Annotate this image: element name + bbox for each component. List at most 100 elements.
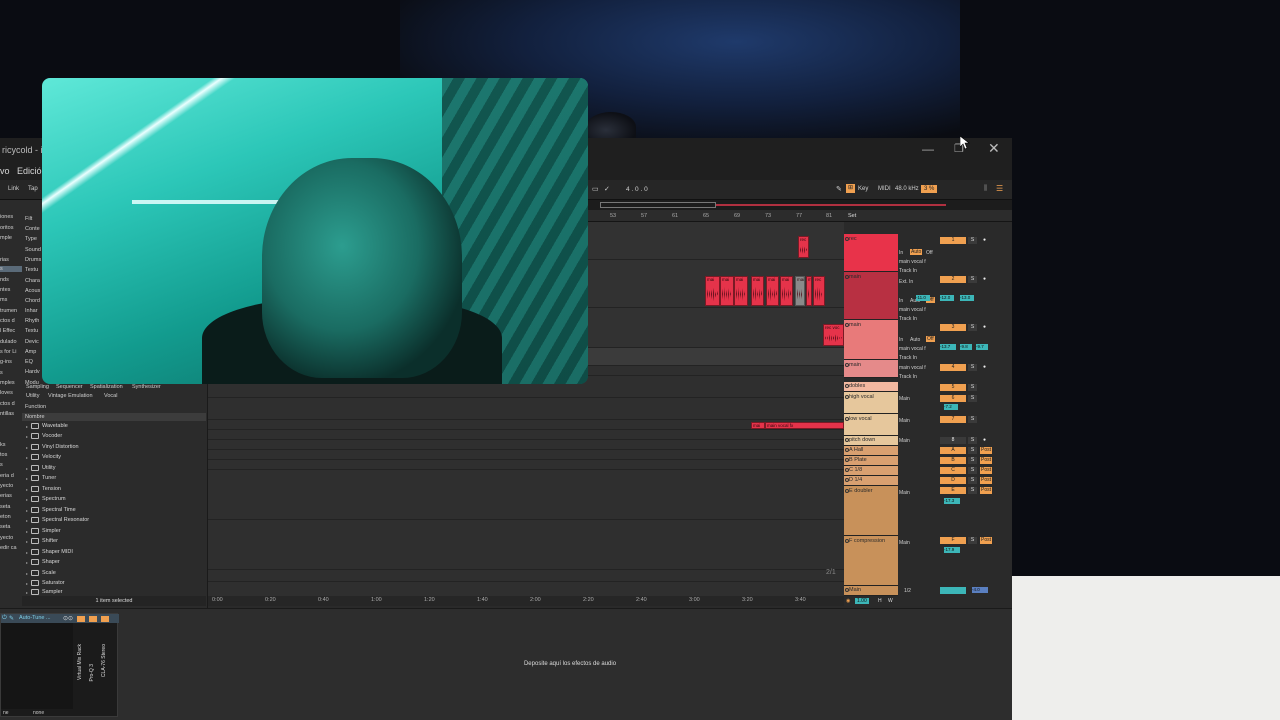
- solo-button[interactable]: S: [968, 477, 977, 484]
- track-header-e-doubler[interactable]: E doubler: [844, 486, 898, 536]
- master-volume-readout[interactable]: -4.0: [972, 587, 988, 593]
- filter-row[interactable]: Chara: [25, 278, 40, 284]
- wrench-icon[interactable]: ✎: [9, 615, 14, 622]
- filter-row[interactable]: Devic: [25, 339, 39, 345]
- track-header-low-vocal[interactable]: low vocal: [844, 414, 898, 436]
- solo-button[interactable]: S: [968, 276, 977, 283]
- solo-button[interactable]: S: [968, 237, 977, 244]
- filter-row[interactable]: Rhyth: [25, 318, 39, 324]
- input-button[interactable]: In: [899, 337, 903, 343]
- sidebar-item[interactable]: trumen: [0, 308, 17, 314]
- bar-ruler[interactable]: 53 57 61 65 69 73 77 81 Set: [586, 210, 1012, 222]
- close-icon[interactable]: ✕: [988, 140, 1000, 157]
- track-header-b-plate[interactable]: B Plate: [844, 456, 898, 466]
- arm-record-icon[interactable]: ●: [980, 237, 989, 244]
- input-routing[interactable]: Track In: [899, 374, 917, 380]
- sidebar-item[interactable]: ctos d: [0, 401, 15, 407]
- sidebar-item[interactable]: loves: [0, 390, 13, 396]
- list-item[interactable]: ▸ Vocoder: [26, 431, 62, 441]
- sidebar-item[interactable]: oritos: [0, 225, 13, 231]
- return-activator[interactable]: B: [940, 457, 966, 464]
- solo-button[interactable]: S: [968, 537, 977, 544]
- chain-select[interactable]: ne: [3, 710, 9, 716]
- input-button[interactable]: In: [899, 298, 903, 304]
- output-routing[interactable]: Main: [899, 540, 910, 546]
- filter-row[interactable]: Type: [25, 236, 37, 242]
- track-header-f-compression[interactable]: F compression: [844, 536, 898, 586]
- audio-clip[interactable]: mai: [766, 276, 779, 306]
- audio-clip[interactable]: mai: [751, 276, 764, 306]
- song-position[interactable]: 4 . 0 . 0: [626, 186, 648, 193]
- list-item[interactable]: ▸ Saturator: [26, 578, 65, 588]
- filter-row[interactable]: Textu: [25, 328, 38, 334]
- tag-vocal[interactable]: Vocal: [104, 393, 117, 399]
- sidebar-item[interactable]: rias: [0, 257, 9, 263]
- sidebar-item[interactable]: mples: [0, 380, 15, 386]
- list-item[interactable]: ▸ Shaper: [26, 557, 60, 567]
- audio-clip[interactable]: rec: [798, 236, 809, 258]
- device-rack[interactable]: ⏻ ✎ Auto-Tune ... ⊙⊙ Virtual Mix Rack Pr…: [0, 613, 119, 717]
- solo-button[interactable]: S: [968, 364, 977, 371]
- track-activator[interactable]: 7: [940, 416, 966, 423]
- track-header-rec[interactable]: rec: [844, 234, 898, 272]
- sidebar-item[interactable]: dulado: [0, 339, 17, 345]
- track-header-main-master[interactable]: Main: [844, 586, 898, 596]
- track-lane-e-doubler[interactable]: [208, 470, 844, 520]
- list-item[interactable]: ▸ Spectrum: [26, 494, 66, 504]
- filter-row[interactable]: Inhar: [25, 308, 38, 314]
- key-map-icon[interactable]: ⊞: [846, 184, 855, 193]
- power-icon[interactable]: ⏻: [2, 615, 7, 622]
- width-button[interactable]: W: [888, 598, 893, 604]
- midi-map-button[interactable]: MIDI: [878, 186, 891, 192]
- sidebar-item[interactable]: s for Li: [0, 349, 17, 355]
- volume-readout[interactable]: -9.8: [960, 344, 972, 350]
- audio-clip-muted[interactable]: mai: [795, 276, 805, 306]
- arm-record-icon[interactable]: ●: [980, 276, 989, 283]
- audio-clip[interactable]: mai: [780, 276, 793, 306]
- sidebar-item[interactable]: ntillas: [0, 411, 14, 417]
- track-activator[interactable]: 6: [940, 395, 966, 402]
- track-lane-c[interactable]: [208, 450, 844, 460]
- solo-button[interactable]: S: [968, 447, 977, 454]
- tempo-scale[interactable]: 1.00: [855, 598, 869, 604]
- return-activator[interactable]: E: [940, 487, 966, 494]
- master-activator[interactable]: [940, 587, 966, 594]
- list-item[interactable]: ▸ Scale: [26, 568, 56, 578]
- audio-clip[interactable]: mai: [734, 276, 748, 306]
- input-routing[interactable]: Track In: [899, 268, 917, 274]
- return-activator[interactable]: A: [940, 447, 966, 454]
- volume-readout[interactable]: -9.7: [976, 344, 988, 350]
- list-item[interactable]: ▸ Utility: [26, 463, 55, 473]
- volume-readout[interactable]: -7.2: [944, 404, 958, 410]
- sidebar-item[interactable]: ms: [0, 297, 7, 303]
- arm-record-icon[interactable]: ●: [980, 437, 989, 444]
- audio-clip[interactable]: mai: [705, 276, 720, 306]
- arrangement-overview[interactable]: [586, 200, 1012, 210]
- track-lane-main-return[interactable]: [208, 570, 844, 582]
- post-button[interactable]: Post: [980, 447, 992, 454]
- track-lane-d[interactable]: [208, 460, 844, 470]
- output-routing[interactable]: main vocal f: [899, 365, 926, 371]
- overview-icon[interactable]: ⫼: [984, 185, 987, 193]
- return-activator[interactable]: D: [940, 477, 966, 484]
- solo-button[interactable]: S: [968, 384, 977, 391]
- list-item[interactable]: ▸ Shifter: [26, 536, 58, 546]
- output-routing[interactable]: main vocal f: [899, 307, 926, 313]
- track-lane-a-hall[interactable]: [208, 430, 844, 440]
- name-column-header[interactable]: Nombre: [22, 413, 206, 421]
- post-button[interactable]: Post: [980, 467, 992, 474]
- minimize-icon[interactable]: —: [922, 142, 934, 156]
- list-item[interactable]: ▸ Tension: [26, 484, 61, 494]
- post-button[interactable]: Post: [980, 537, 992, 544]
- filter-row[interactable]: EQ: [25, 359, 33, 365]
- output-routing[interactable]: main vocal f: [899, 259, 926, 265]
- sidebar-item-selected[interactable]: s: [0, 266, 22, 272]
- list-item[interactable]: ▸ Vinyl Distortion: [26, 442, 79, 452]
- overview-viewport[interactable]: [600, 202, 716, 208]
- tag-utility[interactable]: Utility: [26, 393, 39, 399]
- audio-clip[interactable]: mai: [751, 422, 765, 429]
- filter-row[interactable]: Conte: [25, 226, 40, 232]
- solo-button[interactable]: S: [968, 467, 977, 474]
- set-label[interactable]: Set: [848, 213, 856, 219]
- filter-row[interactable]: Hardv: [25, 369, 40, 375]
